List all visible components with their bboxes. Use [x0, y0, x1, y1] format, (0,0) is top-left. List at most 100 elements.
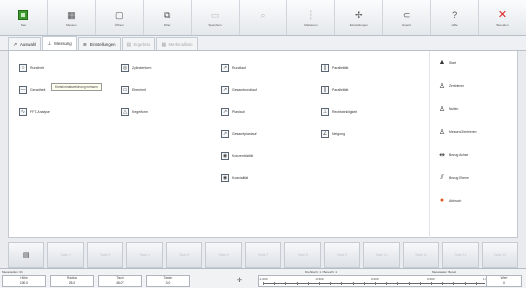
sliders-icon: ≋	[82, 41, 87, 48]
result-icon: ▤	[126, 41, 132, 48]
action-messen-zentrieren[interactable]: ♙ Messen/Zentrieren	[430, 120, 519, 143]
function-key-4[interactable]: Taste 4	[126, 242, 163, 268]
measure-type-icon: ◉	[221, 174, 229, 182]
scale-label: 0.500	[427, 277, 435, 281]
function-key-7[interactable]: Taste 7	[244, 242, 282, 268]
toolbar-button--ffnen[interactable]: ▢ Öffnen	[96, 0, 144, 35]
chart-measure-icon-glyph: ▦	[67, 9, 76, 20]
datum-plane-icon: ⫽	[440, 173, 444, 181]
scale-tick	[397, 282, 399, 285]
new-document-icon	[17, 9, 29, 21]
action-label: Abbruch	[449, 198, 462, 203]
action-abbruch[interactable]: ● Abbruch	[430, 189, 519, 212]
measure-type-icon: ⊥	[321, 108, 329, 116]
function-key-13[interactable]: Taste 13	[481, 242, 519, 268]
measure-icon: ⊥	[47, 41, 52, 47]
measure-item-koaxialit-t[interactable]: ◉ Koaxialität	[221, 167, 257, 189]
function-key-2[interactable]: Taste 2	[47, 242, 84, 268]
measure-column-1: ○ Rundheit — Geradheit ∿ FFT-Analyse	[19, 57, 50, 123]
function-key-11[interactable]: Taste 11	[402, 242, 440, 268]
tab-messung[interactable]: ⊥ Messung	[42, 36, 77, 50]
scale-tick	[363, 282, 365, 285]
toolbar-button-zoom-icon[interactable]: ⌕	[240, 0, 288, 35]
measure-item-geradheit[interactable]: — Geradheit	[19, 79, 50, 101]
close-icon: ✕	[497, 9, 509, 21]
measure-item-zylinderform[interactable]: ◎ Zylinderform	[121, 57, 151, 79]
function-key-3[interactable]: Taste 3	[86, 242, 124, 268]
measure-type-icon: ◎	[121, 64, 129, 72]
toolbar-button-hilfe[interactable]: ? Hilfe	[431, 0, 480, 35]
toolbar-button-label: Neu	[20, 22, 27, 27]
action-label: Messen/Zentrieren	[449, 129, 477, 134]
measure-item-parallelit-t[interactable]: ∥ Parallelität	[321, 57, 357, 79]
open-file-icon-glyph: ▢	[115, 9, 124, 20]
toolbar-button-beenden[interactable]: ✕ Beenden	[479, 0, 526, 35]
filter-icon: ⧉	[161, 9, 173, 21]
toolbar-button-einstellungen[interactable]: ✢ Einstellungen	[335, 0, 384, 35]
datum-axis-icon: ⇹	[439, 151, 445, 159]
scale-tick	[285, 282, 287, 285]
status-field-value: 45.0°	[116, 281, 124, 285]
action-bezug-achse[interactable]: ⇹ Bezug Achse	[430, 143, 519, 166]
measure-type-icon: ○	[19, 64, 27, 72]
cursor-icon[interactable]: ✛	[237, 277, 242, 284]
tab-ergebnis[interactable]: ▤ Ergebnis	[121, 37, 156, 50]
toolbar-button-messen[interactable]: ▦ Messen	[48, 0, 96, 35]
toolbar-button-label: Filter	[163, 22, 171, 27]
measure-type-icon: ↗	[221, 86, 229, 94]
tab-merkmalliste[interactable]: ▦ Merkmalliste	[156, 37, 198, 50]
tab-auswahl[interactable]: ↗ Auswahl	[8, 37, 42, 50]
function-key-6[interactable]: Taste 6	[205, 242, 242, 268]
status-field-value: 0.0	[165, 281, 171, 285]
action-zentrieren[interactable]: ♙ Zentrieren	[430, 74, 519, 97]
measure-item-parallelit-t[interactable]: ∥ Parallelität	[321, 79, 357, 101]
toolbar-button-markieren[interactable]: ┆ Markieren	[287, 0, 336, 35]
measure-item-fft-analyse[interactable]: ∿ FFT-Analyse	[19, 101, 50, 123]
scale-tick	[307, 282, 309, 285]
measure-item-label: Kegelform	[132, 110, 148, 114]
measure-item-gesamtplanlauf[interactable]: ↗ Gesamtplanlauf	[221, 123, 257, 145]
measure-item-kegelform[interactable]: △ Kegelform	[121, 101, 151, 123]
function-key-8[interactable]: Taste 8	[284, 242, 321, 268]
measure-item-ebenheit[interactable]: ▭ Ebenheit	[121, 79, 151, 101]
toolbar-button-neu[interactable]: Neu	[0, 0, 48, 35]
deviation-scale: -1.000-0.5000.0000.5001.000	[258, 275, 491, 287]
toolbar-button-speichern[interactable]: ▭ Speichern	[192, 0, 240, 35]
function-key-10[interactable]: Taste 10	[363, 242, 400, 268]
measure-type-icon: ▭	[121, 86, 129, 94]
function-key-1[interactable]: ▤	[8, 242, 45, 268]
scale-label: -0.500	[315, 277, 324, 281]
status-field-value: 25.0	[68, 281, 76, 285]
measure-item-rundlauf[interactable]: ↗ Rundlauf	[221, 57, 257, 79]
measure-type-icon: ∥	[321, 86, 329, 94]
measure-item-neigung[interactable]: ∠ Neigung	[321, 123, 357, 145]
action-bezug-ebene[interactable]: ⫽ Bezug Ebene	[430, 166, 519, 189]
tab-einstellungen[interactable]: ≋ Einstellungen	[77, 37, 121, 50]
measure-item-planlauf[interactable]: ↗ Planlauf	[221, 101, 257, 123]
measure-item-konzentrizit-t[interactable]: ◉ Konzentrizität	[221, 145, 257, 167]
tab-label: Merkmalliste	[168, 41, 193, 47]
measure-item-gesamtrundlauf[interactable]: ↗ Gesamtrundlauf	[221, 79, 257, 101]
list-icon: ▦	[161, 41, 167, 48]
action-nullen[interactable]: ♙ Nullen	[430, 97, 519, 120]
status-right-text: Messtaster: Bereit	[432, 270, 457, 274]
toolbar-button-export[interactable]: ⊂ Export	[383, 0, 432, 35]
measure-item-rundheit[interactable]: ○ Rundheit	[19, 57, 50, 79]
tooltip: Kreisformabweichung messen	[51, 83, 102, 91]
measure-item-rechtwinkligkeit[interactable]: ⊥ Rechtwinkligkeit	[321, 101, 357, 123]
function-key-5[interactable]: Taste 5	[165, 242, 203, 268]
toolbar-button-filter[interactable]: ⧉ Filter	[144, 0, 192, 35]
function-key-9[interactable]: Taste 9	[323, 242, 361, 268]
measure-item-label: Geradheit	[30, 88, 46, 92]
measure-type-icon: ∥	[321, 64, 329, 72]
action-start[interactable]: ▲ Start	[430, 51, 519, 74]
scale-tick	[464, 282, 466, 285]
measure-item-label: FFT-Analyse	[30, 110, 50, 114]
measure-type-icon: ∿	[19, 108, 27, 116]
toolbar-button-label: Einstellungen	[349, 22, 368, 27]
marker-icon-glyph: ┆	[308, 9, 314, 20]
function-key-12[interactable]: Taste 12	[442, 242, 479, 268]
zero-icon: ♙	[438, 105, 446, 113]
status-field-value: 100.0	[20, 281, 28, 285]
open-file-icon: ▢	[113, 9, 125, 21]
